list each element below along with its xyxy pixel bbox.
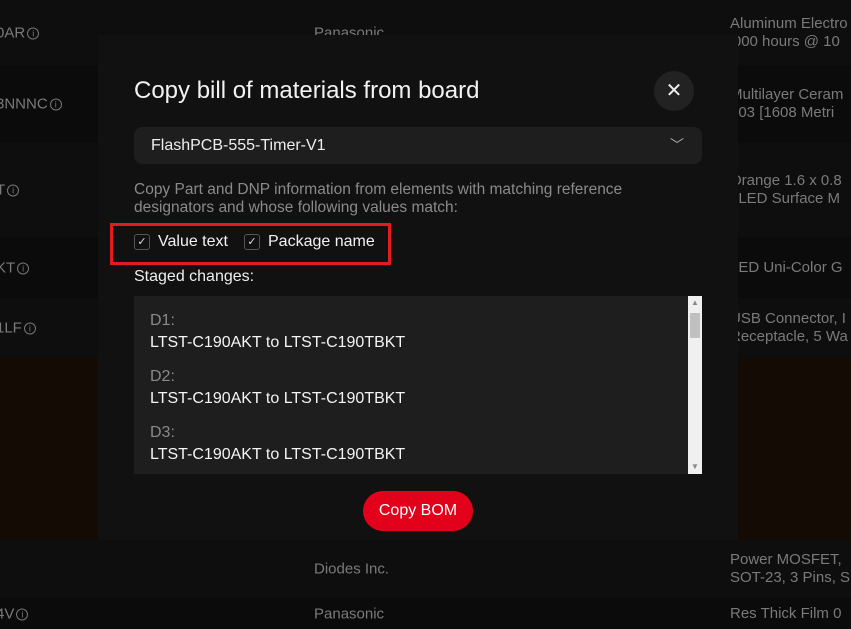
scroll-down-icon[interactable]: ▼ [688, 460, 702, 474]
staged-changes-label: Staged changes: [134, 268, 255, 285]
ref-text: 1LF [0, 319, 22, 337]
item-change: LTST-C190AKT to LTST-C190TBKT [150, 334, 406, 351]
board-select[interactable]: FlashPCB-555-Timer-V1 ﹀ [134, 127, 702, 164]
description-cell: USB Connector, I Receptacle, 5 Wa [730, 310, 848, 346]
info-icon[interactable]: i [17, 262, 30, 275]
item-change: LTST-C190AKT to LTST-C190TBKT [150, 446, 406, 463]
description-line: 603 [1608 Metri [730, 104, 835, 121]
scroll-up-icon[interactable]: ▲ [688, 296, 702, 310]
description-line: Power MOSFET, [730, 551, 842, 568]
description-line: Res Thick Film 0 [730, 604, 842, 622]
staged-changes-list[interactable]: D1: LTST-C190AKT to LTST-C190TBKT D2: LT… [134, 296, 702, 474]
description-cell: Aluminum Electro '000 hours @ 10 [730, 15, 848, 51]
ref-cell: 1LF i [0, 320, 36, 337]
description-line: '000 hours @ 10 [730, 32, 840, 50]
description-cell: Power MOSFET, SOT-23, 3 Pins, S [730, 551, 850, 587]
ref-text: T [0, 181, 6, 199]
description-text: Copy Part and DNP information from eleme… [134, 181, 623, 216]
copy-bom-modal: Copy bill of materials from board ✕ Flas… [98, 35, 738, 540]
info-icon[interactable]: i [27, 27, 40, 40]
check-icon[interactable]: ✓ [134, 234, 150, 250]
description-cell: Orange 1.6 x 0.8/ LED Surface M [730, 172, 842, 208]
info-icon[interactable]: i [49, 98, 62, 111]
info-icon[interactable]: i [16, 608, 29, 621]
ref-text: KT [0, 259, 16, 276]
chevron-down-icon: ﹀ [670, 137, 684, 153]
scrollbar-thumb[interactable] [690, 313, 700, 338]
checkbox-label: Value text [158, 233, 228, 250]
ref-cell: 0AR i [0, 24, 40, 41]
item-ref: D3: [150, 424, 175, 441]
description-line: SOT-23, 3 Pins, S [730, 569, 851, 586]
modal-title: Copy bill of materials from board [134, 77, 480, 104]
item-change: LTST-C190AKT to LTST-C190TBKT [150, 390, 406, 407]
manufacturer-cell: Diodes Inc. [314, 560, 390, 578]
ref-text: 3NNNC [0, 95, 48, 113]
checkbox-label: Package name [268, 233, 375, 250]
checkbox-package-name[interactable]: ✓ Package name [244, 233, 375, 251]
info-icon[interactable]: i [7, 184, 20, 197]
ref-cell: 3NNNC i [0, 96, 62, 113]
description-cell: LED Uni-Color G [730, 259, 843, 277]
item-ref: D1: [150, 312, 175, 329]
table-row: Diodes Inc. Power MOSFET, SOT-23, 3 Pins, … [0, 540, 851, 598]
description-line: Aluminum Electro [730, 14, 848, 32]
close-button[interactable]: ✕ [654, 71, 694, 111]
ref-text: 0AR [0, 24, 26, 41]
checkbox-value-text[interactable]: ✓ Value text [134, 233, 228, 251]
list-item: D2: LTST-C190AKT to LTST-C190TBKT [150, 366, 405, 410]
description-line: LED Uni-Color G [730, 258, 843, 276]
check-icon[interactable]: ✓ [244, 234, 260, 250]
close-icon: ✕ [665, 80, 683, 102]
description-line: USB Connector, I [730, 310, 846, 327]
scrollbar[interactable]: ▲ ▼ [688, 296, 702, 474]
table-row: 4V i Panasonic Res Thick Film 0 [0, 598, 851, 629]
description-line: Orange 1.6 x 0.8 [730, 172, 842, 189]
copy-bom-button[interactable]: Copy BOM [363, 491, 473, 531]
ref-text: 4V [0, 605, 15, 622]
description-line: / LED Surface M [730, 190, 841, 207]
description-line: Receptacle, 5 Wa [730, 328, 848, 345]
manufacturer-cell: Panasonic [314, 605, 385, 622]
description-line: Multilayer Ceram [730, 86, 844, 103]
description-cell: Res Thick Film 0 [730, 605, 841, 623]
item-ref: D2: [150, 368, 175, 385]
ref-cell: KT i [0, 259, 30, 276]
ref-cell: 4V i [0, 605, 29, 622]
board-select-value: FlashPCB-555-Timer-V1 [151, 137, 326, 154]
info-icon[interactable]: i [23, 322, 36, 335]
ref-cell: Ti [0, 181, 20, 199]
description-cell: Multilayer Ceram 603 [1608 Metri [730, 86, 843, 122]
list-item: D3: LTST-C190AKT to LTST-C190TBKT [150, 422, 405, 466]
list-item: D1: LTST-C190AKT to LTST-C190TBKT [150, 310, 405, 354]
